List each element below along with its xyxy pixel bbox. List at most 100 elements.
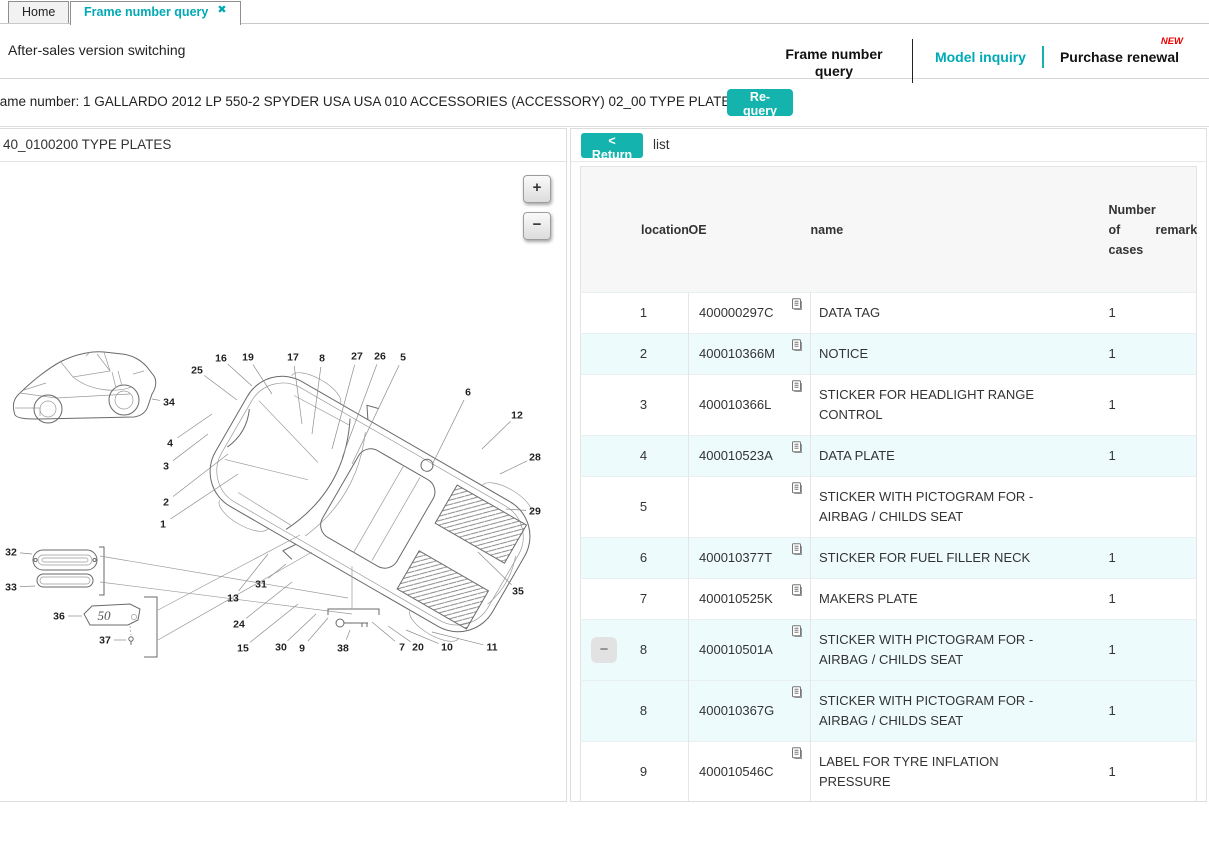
callout-32[interactable]: 32: [5, 547, 17, 559]
table-row[interactable]: 5 STICKER WITH PICTOGRAM FOR - AIRBAG / …: [581, 477, 1197, 538]
table-header-row: location OE name Number of cases remark: [581, 167, 1197, 293]
tab-home[interactable]: Home: [8, 1, 69, 23]
nav-divider-teal: [1042, 46, 1044, 68]
parts-list-panel: < Return list location OE name Number of…: [570, 128, 1207, 802]
table-row[interactable]: 6 400010377T STICKER FOR FUEL FILLER NEC…: [581, 538, 1197, 579]
callout-leader-line: [294, 366, 302, 424]
remark-value: [1156, 375, 1197, 436]
frame-number-bar: Frame number: 1 GALLARDO 2012 LP 550-2 S…: [0, 78, 1209, 127]
callout-12[interactable]: 12: [511, 410, 523, 422]
callout-11[interactable]: 11: [486, 642, 497, 654]
callout-37[interactable]: 37: [99, 635, 111, 647]
collapse-button[interactable]: −: [591, 637, 617, 663]
callout-17[interactable]: 17: [287, 352, 299, 364]
table-row[interactable]: 2 400010366M NOTICE 1: [581, 334, 1197, 375]
car-perspective-view: [13, 352, 155, 423]
callout-29[interactable]: 29: [529, 506, 541, 518]
callout-25[interactable]: 25: [191, 365, 203, 377]
nav-frame-number-query[interactable]: Frame number query: [778, 46, 890, 80]
part-name: STICKER WITH PICTOGRAM FOR - AIRBAG / CH…: [819, 691, 1059, 731]
callout-5[interactable]: 5: [400, 352, 406, 364]
callout-28[interactable]: 28: [529, 452, 541, 464]
table-row[interactable]: 8 400010367G STICKER WITH PICTOGRAM FOR …: [581, 681, 1197, 742]
diagram-title: 40_0100200 TYPE PLATES: [0, 129, 566, 162]
callout-16[interactable]: 16: [215, 353, 227, 365]
copy-icon[interactable]: [791, 481, 803, 501]
table-row[interactable]: 3 400010366L STICKER FOR HEADLIGHT RANGE…: [581, 375, 1197, 436]
nav-divider: [912, 39, 913, 83]
callout-36[interactable]: 36: [53, 611, 65, 623]
callout-leader-line: [152, 399, 160, 400]
callout-33[interactable]: 33: [5, 582, 17, 594]
callout-10[interactable]: 10: [441, 642, 453, 654]
remark-value: [1156, 579, 1197, 620]
table-row[interactable]: 7 400010525K MAKERS PLATE 1: [581, 579, 1197, 620]
callout-34[interactable]: 34: [163, 397, 175, 409]
callout-leader-line: [173, 454, 228, 496]
callout-leader-line: [20, 586, 35, 587]
location-value: 4: [622, 448, 647, 463]
table-row[interactable]: 9 400010546C LABEL FOR TYRE INFLATION PR…: [581, 742, 1197, 803]
oe-number: 400000297C: [699, 305, 773, 320]
callout-20[interactable]: 20: [412, 642, 424, 654]
close-icon[interactable]: ✖: [217, 4, 226, 16]
table-row[interactable]: − 8 400010501A STICKER WITH PICTOGRAM FO…: [581, 620, 1197, 681]
tab-frame-number-query[interactable]: Frame number query✖: [70, 1, 241, 25]
tab-bar: Home Frame number query✖: [0, 0, 1209, 24]
table-body: 1 400000297C DATA TAG 1 2 400010366M: [581, 293, 1197, 803]
callout-leader-line: [372, 622, 395, 641]
nav-purchase-renewal[interactable]: Purchase renewal NEW: [1060, 49, 1179, 65]
callout-6[interactable]: 6: [465, 387, 471, 399]
callout-9[interactable]: 9: [299, 643, 305, 655]
callout-26[interactable]: 26: [374, 351, 386, 363]
number-of-cases: 1: [1101, 375, 1156, 436]
callout-leader-line: [173, 434, 208, 461]
callout-31[interactable]: 31: [255, 579, 267, 591]
table-row[interactable]: 1 400000297C DATA TAG 1: [581, 293, 1197, 334]
oe-number: 400010366M: [699, 346, 775, 361]
callout-24[interactable]: 24: [233, 619, 245, 631]
oe-number: 400010525K: [699, 591, 773, 606]
copy-icon[interactable]: [791, 338, 803, 358]
remark-value: [1156, 477, 1197, 538]
callout-leader-line: [246, 582, 292, 618]
callout-13[interactable]: 13: [227, 593, 239, 605]
callout-38[interactable]: 38: [337, 643, 349, 655]
callout-27[interactable]: 27: [351, 351, 363, 363]
location-value: 5: [622, 499, 647, 514]
copy-icon[interactable]: [791, 583, 803, 603]
callout-leader-line: [482, 421, 511, 449]
callout-3[interactable]: 3: [163, 461, 169, 473]
requery-button[interactable]: Re-query: [727, 89, 793, 116]
callout-8[interactable]: 8: [319, 353, 325, 365]
location-value: 2: [622, 346, 647, 361]
nav-model-inquiry[interactable]: Model inquiry: [935, 49, 1026, 65]
number-of-cases: 1: [1101, 293, 1156, 334]
callout-7[interactable]: 7: [399, 642, 405, 654]
svg-text:50: 50: [98, 608, 112, 623]
callout-15[interactable]: 15: [237, 643, 249, 655]
callout-30[interactable]: 30: [275, 642, 287, 654]
copy-icon[interactable]: [791, 685, 803, 705]
copy-icon[interactable]: [791, 379, 803, 399]
copy-icon[interactable]: [791, 440, 803, 460]
number-of-cases: 1: [1101, 334, 1156, 375]
copy-icon[interactable]: [791, 297, 803, 317]
purchase-renewal-label: Purchase renewal: [1060, 49, 1179, 65]
callout-leader-line: [268, 564, 286, 578]
location-value: 6: [622, 550, 647, 565]
table-row[interactable]: 4 400010523A DATA PLATE 1: [581, 436, 1197, 477]
copy-icon[interactable]: [791, 624, 803, 644]
callout-35[interactable]: 35: [512, 586, 524, 598]
copy-icon[interactable]: [791, 542, 803, 562]
callout-leader-line: [388, 626, 411, 642]
callout-2[interactable]: 2: [163, 497, 169, 509]
callout-4[interactable]: 4: [167, 438, 173, 450]
callout-1[interactable]: 1: [160, 519, 166, 531]
return-button[interactable]: < Return: [581, 133, 643, 158]
oe-number: 400010546C: [699, 764, 773, 779]
part-name: NOTICE: [819, 344, 868, 364]
copy-icon[interactable]: [791, 746, 803, 766]
callout-19[interactable]: 19: [242, 352, 254, 364]
oe-number: 400010501A: [699, 642, 773, 657]
